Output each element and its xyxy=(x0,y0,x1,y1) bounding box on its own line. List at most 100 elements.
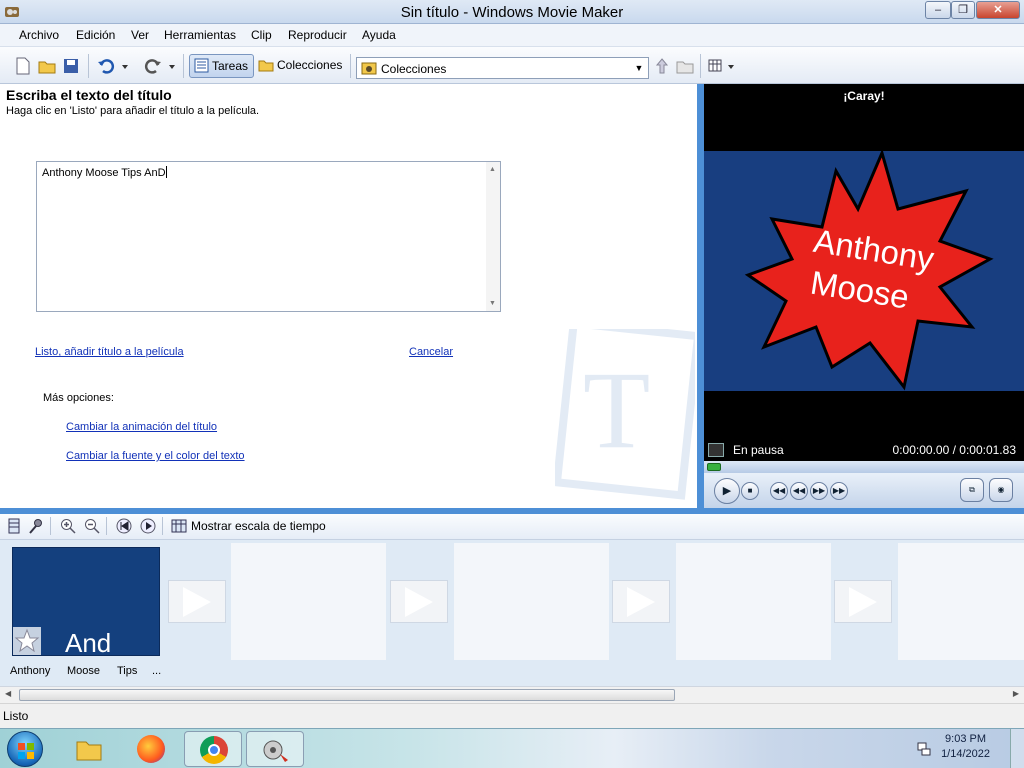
clip-caption-word: ... xyxy=(152,665,162,677)
collection-film-icon xyxy=(361,62,377,75)
play-storyboard-icon[interactable] xyxy=(140,518,156,534)
empty-clip-slot[interactable] xyxy=(231,543,386,660)
menu-herramientas[interactable]: Herramientas xyxy=(164,28,236,42)
network-icon[interactable] xyxy=(916,741,932,757)
collections-combo[interactable]: Colecciones ▼ xyxy=(356,57,649,79)
clock-date: 1/14/2022 xyxy=(941,748,990,760)
redo-icon[interactable] xyxy=(144,57,162,75)
seek-bar[interactable] xyxy=(704,461,1024,473)
narrate-microphone-icon[interactable] xyxy=(28,518,44,534)
menu-reproducir[interactable]: Reproducir xyxy=(288,28,347,42)
text-area-scrollbar[interactable]: ▲ ▼ xyxy=(486,162,500,311)
take-picture-icon[interactable]: ◉ xyxy=(989,478,1013,502)
close-button[interactable]: ✕ xyxy=(976,1,1020,19)
collections-folder-icon xyxy=(258,60,274,72)
menu-archivo[interactable]: Archivo xyxy=(19,28,59,42)
chrome-icon xyxy=(200,736,228,764)
play-icon[interactable]: ▶ xyxy=(714,478,740,504)
clip-effect-star-icon xyxy=(13,627,41,655)
scroll-left-icon[interactable]: ◀ xyxy=(5,689,11,698)
open-folder-icon[interactable] xyxy=(38,57,56,75)
storyboard: And Anthony Moose Tips ... xyxy=(0,540,1024,686)
menu-ayuda[interactable]: Ayuda xyxy=(362,28,396,42)
collections-combo-value: Colecciones xyxy=(381,62,447,76)
clock-time: 9:03 PM xyxy=(945,733,987,745)
title-clip[interactable]: And xyxy=(12,547,160,658)
title-task-pane: Escriba el texto del título Haga clic en… xyxy=(0,84,697,508)
forward-icon[interactable]: ▶▶ xyxy=(810,482,828,500)
transition-slot[interactable] xyxy=(390,580,448,623)
cancel-link[interactable]: Cancelar xyxy=(409,346,453,358)
timeline-icon[interactable] xyxy=(171,518,187,534)
show-desktop-button[interactable] xyxy=(1010,729,1024,768)
status-text: Listo xyxy=(3,709,29,723)
preview-monitor: ¡Caray! Anthony Moose En pausa 0:00:00.0… xyxy=(704,84,1024,508)
title-text-value: Anthony Moose Tips AnD xyxy=(42,167,166,179)
transition-slot[interactable] xyxy=(834,580,892,623)
watermark-letter: T xyxy=(583,349,650,471)
done-add-title-link[interactable]: Listo, añadir título a la película xyxy=(35,346,184,358)
preview-screen: Anthony Moose xyxy=(704,148,1024,391)
title-text-area[interactable]: Anthony Moose Tips AnD ▲ ▼ xyxy=(36,161,501,312)
transition-slot[interactable] xyxy=(168,580,226,623)
title-clip-text: And xyxy=(65,628,112,658)
menu-clip[interactable]: Clip xyxy=(251,28,272,42)
empty-clip-slot[interactable] xyxy=(898,543,1024,660)
new-folder-icon[interactable] xyxy=(676,57,694,75)
firefox-icon xyxy=(137,735,165,763)
collections-label: Colecciones xyxy=(277,58,343,72)
rewind-icon[interactable]: ◀◀ xyxy=(790,482,808,500)
title-bar: Sin título - Windows Movie Maker – ❐ ✕ xyxy=(0,0,1024,24)
empty-clip-slot[interactable] xyxy=(454,543,609,660)
window-title: Sin título - Windows Movie Maker xyxy=(400,4,624,21)
scroll-right-icon[interactable]: ▶ xyxy=(1013,689,1019,698)
views-icon[interactable] xyxy=(708,57,726,75)
transition-slot[interactable] xyxy=(612,580,670,623)
change-font-color-link[interactable]: Cambiar la fuente y el color del texto xyxy=(66,450,245,462)
save-icon[interactable] xyxy=(62,57,80,75)
film-reel-icon xyxy=(263,740,288,762)
playback-controls: ▶ ■ ◀◀ ◀◀ ▶▶ ▶▶ ⧉ ◉ xyxy=(704,473,1024,508)
clip-caption-word: Anthony xyxy=(10,665,51,677)
previous-frame-icon[interactable]: ◀◀ xyxy=(770,482,788,500)
pane-heading: Escriba el texto del título xyxy=(6,87,172,103)
undo-dropdown-icon[interactable] xyxy=(120,57,130,75)
menu-edicion[interactable]: Edición xyxy=(76,28,115,42)
stop-icon[interactable]: ■ xyxy=(741,482,759,500)
windows-logo-icon xyxy=(18,743,34,759)
zoom-in-icon[interactable] xyxy=(60,518,76,534)
zoom-out-icon[interactable] xyxy=(84,518,100,534)
clock[interactable]: 9:03 PM 1/14/2022 xyxy=(941,733,990,760)
vertical-splitter[interactable] xyxy=(697,84,704,508)
explorer-taskbar-button[interactable] xyxy=(60,731,118,767)
new-file-icon[interactable] xyxy=(14,57,32,75)
undo-icon[interactable] xyxy=(97,57,115,75)
storyboard-view-icon[interactable] xyxy=(6,518,22,534)
scrollbar-thumb[interactable] xyxy=(19,689,675,701)
maximize-button[interactable]: ❐ xyxy=(951,1,975,19)
status-bar: Listo xyxy=(0,703,1024,728)
split-clip-icon[interactable]: ⧉ xyxy=(960,478,984,502)
redo-dropdown-icon[interactable] xyxy=(167,57,177,75)
empty-clip-slot[interactable] xyxy=(676,543,831,660)
title-watermark-graphic: T xyxy=(555,329,695,500)
up-level-icon[interactable] xyxy=(653,57,671,75)
storyboard-scrollbar[interactable]: ◀ ▶ xyxy=(0,686,1024,703)
next-frame-icon[interactable]: ▶▶ xyxy=(830,482,848,500)
minimize-button[interactable]: – xyxy=(925,1,951,19)
views-dropdown-icon[interactable] xyxy=(726,57,736,75)
scroll-up-icon[interactable]: ▲ xyxy=(489,166,496,173)
movie-maker-taskbar-button[interactable] xyxy=(246,731,304,767)
seek-thumb[interactable] xyxy=(707,463,721,471)
tasks-button[interactable]: Tareas xyxy=(189,54,254,78)
start-button[interactable] xyxy=(7,731,43,767)
rewind-storyboard-icon[interactable] xyxy=(116,518,132,534)
scroll-down-icon[interactable]: ▼ xyxy=(489,300,496,307)
chrome-taskbar-button[interactable] xyxy=(184,731,242,767)
collections-button[interactable]: Colecciones xyxy=(255,54,347,78)
show-timeline-button[interactable]: Mostrar escala de tiempo xyxy=(191,519,326,533)
menu-ver[interactable]: Ver xyxy=(131,28,149,42)
firefox-taskbar-button[interactable] xyxy=(122,731,180,767)
change-animation-link[interactable]: Cambiar la animación del título xyxy=(66,421,217,433)
combo-dropdown-icon[interactable]: ▼ xyxy=(632,60,646,76)
